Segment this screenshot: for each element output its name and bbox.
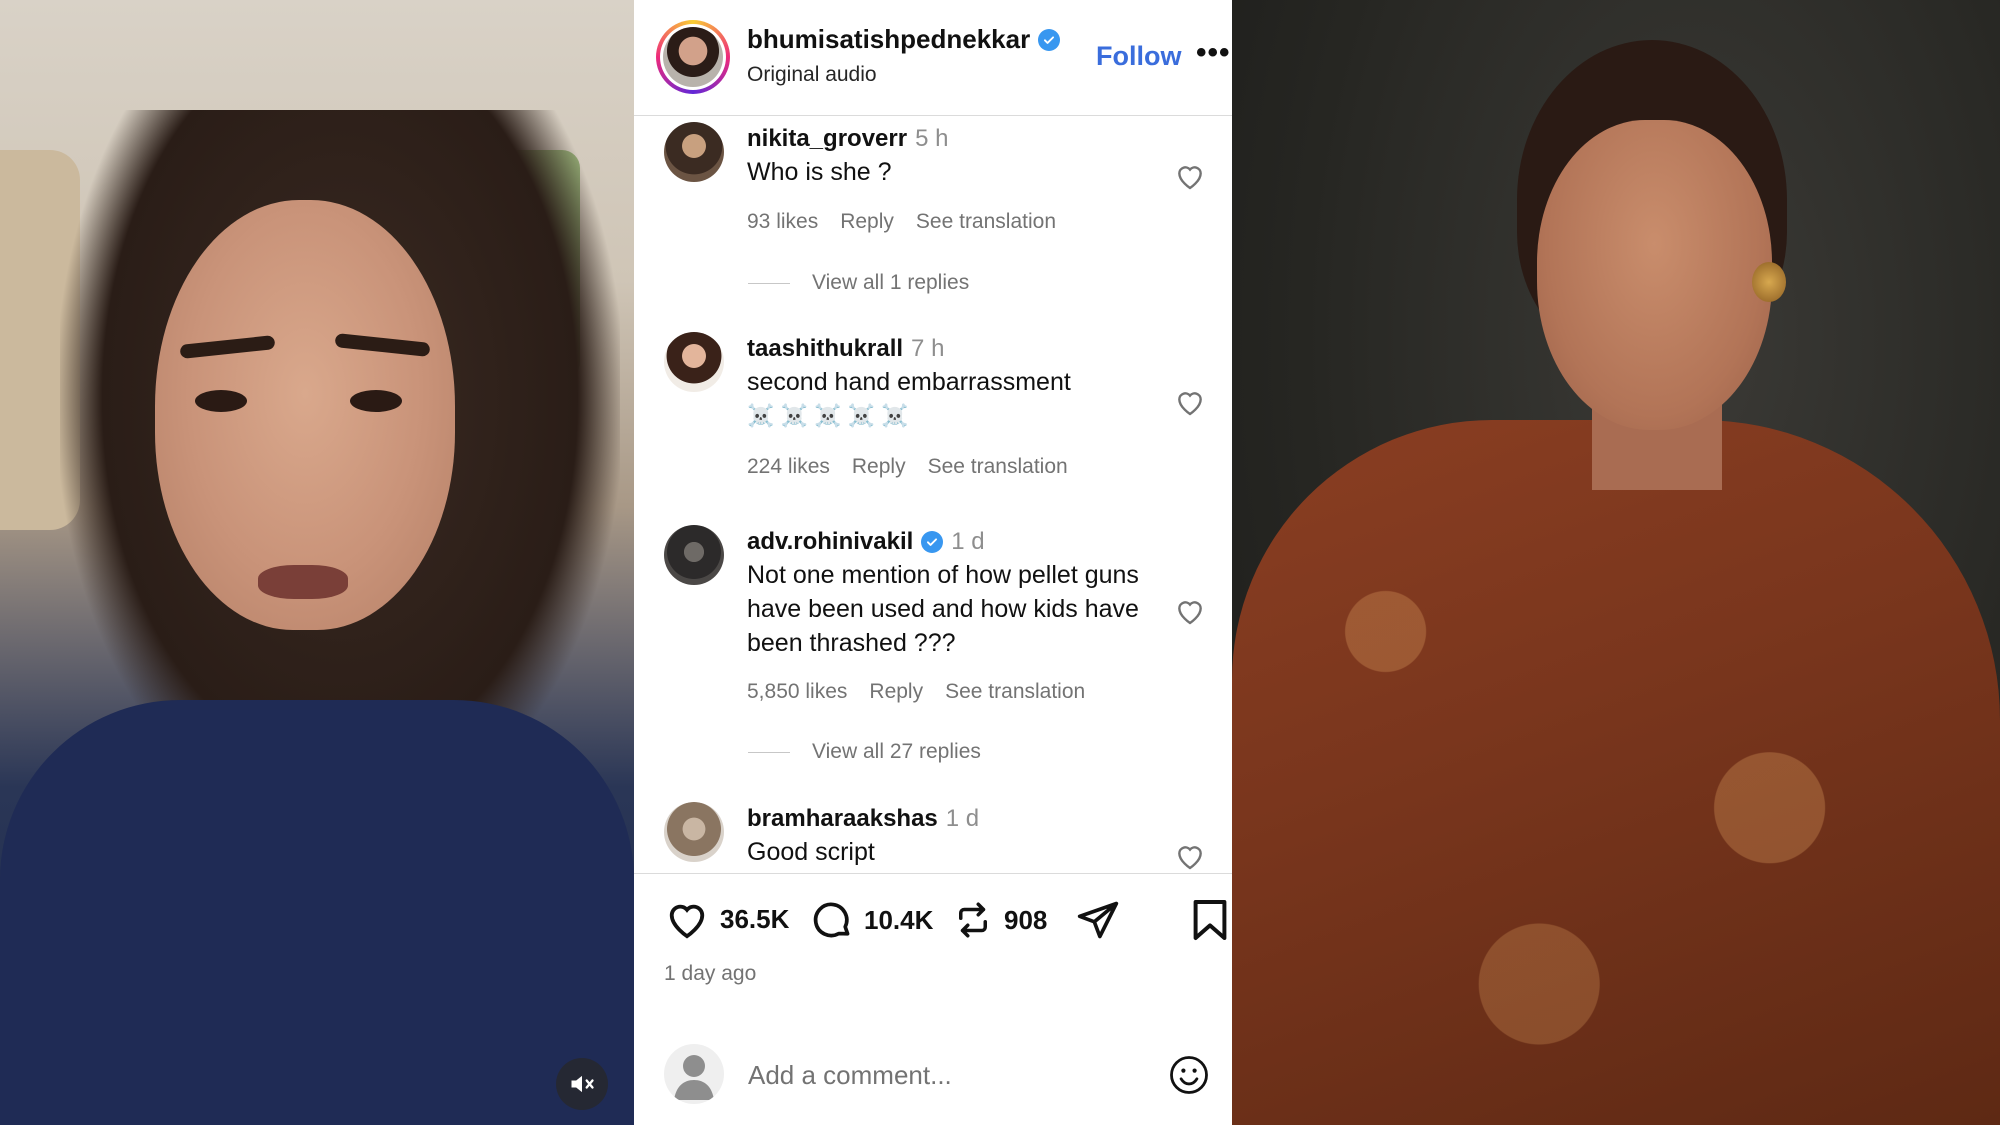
comment-time: 1 d	[945, 805, 980, 832]
author-avatar[interactable]	[656, 20, 730, 94]
repost-button[interactable]: 908	[952, 898, 1047, 942]
comment-meta: 93 likes Reply See translation	[747, 210, 1056, 234]
comment-meta: 5,850 likes Reply See translation	[747, 680, 1085, 704]
video-person-mouth	[258, 565, 348, 599]
commenter-avatar[interactable]	[664, 122, 724, 182]
reply-button[interactable]: Reply	[869, 680, 923, 704]
current-user-avatar	[664, 1044, 724, 1104]
see-translation-button[interactable]: See translation	[916, 210, 1056, 234]
brocade-jacket	[1232, 420, 2000, 1125]
comment-emoji-text: ☠️ ☠️ ☠️ ☠️ ☠️	[747, 403, 909, 428]
comment-text: second hand embarrassment	[747, 368, 1071, 396]
post-timestamp: 1 day ago	[664, 962, 757, 985]
heart-outline-icon[interactable]	[1174, 596, 1206, 626]
author-username-text[interactable]: bhumisatishpednekkar	[747, 24, 1030, 55]
comment-likes-count[interactable]: 93 likes	[747, 210, 818, 234]
comments-count: 10.4K	[864, 904, 934, 935]
heart-icon	[669, 904, 705, 939]
comment-text: Good script	[747, 838, 875, 866]
comment-likes-count[interactable]: 224 likes	[747, 455, 830, 479]
view-replies-button[interactable]: View all 1 replies	[748, 271, 969, 295]
speaker-muted-icon	[571, 1075, 594, 1093]
comment-bubble-icon	[813, 902, 850, 938]
comment-text: Not one mention of how pellet guns have …	[747, 561, 1139, 657]
likes-count: 36.5K	[720, 903, 790, 934]
like-button[interactable]: 36.5K	[664, 898, 789, 940]
heart-outline-icon[interactable]	[1174, 161, 1206, 191]
default-user-icon	[674, 1055, 714, 1100]
post-actions-bar: 36.5K 10.4K 908 1 day ago	[634, 873, 1232, 1125]
repost-icon	[959, 902, 987, 938]
commenter-username-text[interactable]: nikita_groverr	[747, 125, 907, 153]
mute-button[interactable]	[556, 1058, 608, 1110]
comment-time: 7 h	[911, 335, 945, 362]
commenter-username-text[interactable]: bramharaakshas	[747, 805, 938, 833]
comment-time: 5 h	[915, 125, 949, 152]
reply-button[interactable]: Reply	[840, 210, 894, 234]
earring	[1752, 262, 1786, 302]
comment-likes-count[interactable]: 5,850 likes	[747, 680, 847, 704]
heart-outline-icon[interactable]	[1174, 841, 1206, 871]
post-header: bhumisatishpednekkar Original audio Foll…	[634, 0, 1232, 116]
send-paper-plane-icon	[1077, 901, 1119, 939]
more-options-icon[interactable]: •••	[1196, 36, 1231, 70]
replies-divider	[748, 751, 790, 753]
author-avatar-image	[663, 27, 723, 87]
comment-meta: 224 likes Reply See translation	[747, 455, 1068, 479]
see-translation-button[interactable]: See translation	[945, 680, 1085, 704]
emoji-smiley-icon[interactable]	[1168, 1054, 1210, 1096]
video-person-shirt	[0, 700, 634, 1125]
video-person-eye	[195, 390, 247, 412]
view-replies-label[interactable]: View all 1 replies	[812, 271, 969, 295]
verified-badge-icon	[921, 531, 944, 553]
comment-text: Who is she ?	[747, 158, 892, 186]
commenter-username[interactable]: bramharaakshas 1 d	[747, 805, 979, 833]
commenter-avatar[interactable]	[664, 802, 724, 862]
commenter-username[interactable]: nikita_groverr 5 h	[747, 125, 948, 153]
commenter-username[interactable]: adv.rohinivakil 1 d	[747, 528, 985, 556]
add-comment-input[interactable]	[748, 1056, 1148, 1094]
view-replies-label[interactable]: View all 27 replies	[812, 740, 981, 764]
see-translation-button[interactable]: See translation	[928, 455, 1068, 479]
heart-outline-icon[interactable]	[1174, 387, 1206, 417]
comments-list[interactable]: nikita_groverr 5 h Who is she ? 93 likes…	[634, 117, 1232, 873]
add-comment-bar	[664, 1044, 1208, 1108]
portrait-photo	[1232, 0, 2000, 1125]
share-button[interactable]	[1076, 898, 1120, 942]
portrait-face	[1537, 120, 1772, 430]
original-audio-link[interactable]: Original audio	[747, 63, 877, 87]
follow-button[interactable]: Follow	[1096, 41, 1181, 72]
reposts-count: 908	[1004, 904, 1048, 935]
commenter-avatar[interactable]	[664, 525, 724, 585]
instagram-post-panel: bhumisatishpednekkar Original audio Foll…	[634, 0, 1232, 1125]
bookmark-icon	[1193, 900, 1227, 940]
view-replies-button[interactable]: View all 27 replies	[748, 740, 981, 764]
verified-badge-icon	[1038, 28, 1061, 51]
commenter-username[interactable]: taashithukrall 7 h	[747, 335, 944, 363]
comment-button[interactable]: 10.4K	[810, 898, 933, 942]
save-button[interactable]	[1192, 898, 1228, 942]
reply-button[interactable]: Reply	[852, 455, 906, 479]
commenter-username-text[interactable]: taashithukrall	[747, 335, 903, 363]
comment-time: 1 d	[951, 528, 985, 555]
commenter-avatar[interactable]	[664, 332, 724, 392]
video-person-eye	[350, 390, 402, 412]
replies-divider	[748, 282, 790, 284]
reel-video-frame[interactable]	[0, 0, 634, 1125]
author-username[interactable]: bhumisatishpednekkar	[747, 24, 1061, 55]
commenter-username-text[interactable]: adv.rohinivakil	[747, 528, 913, 556]
